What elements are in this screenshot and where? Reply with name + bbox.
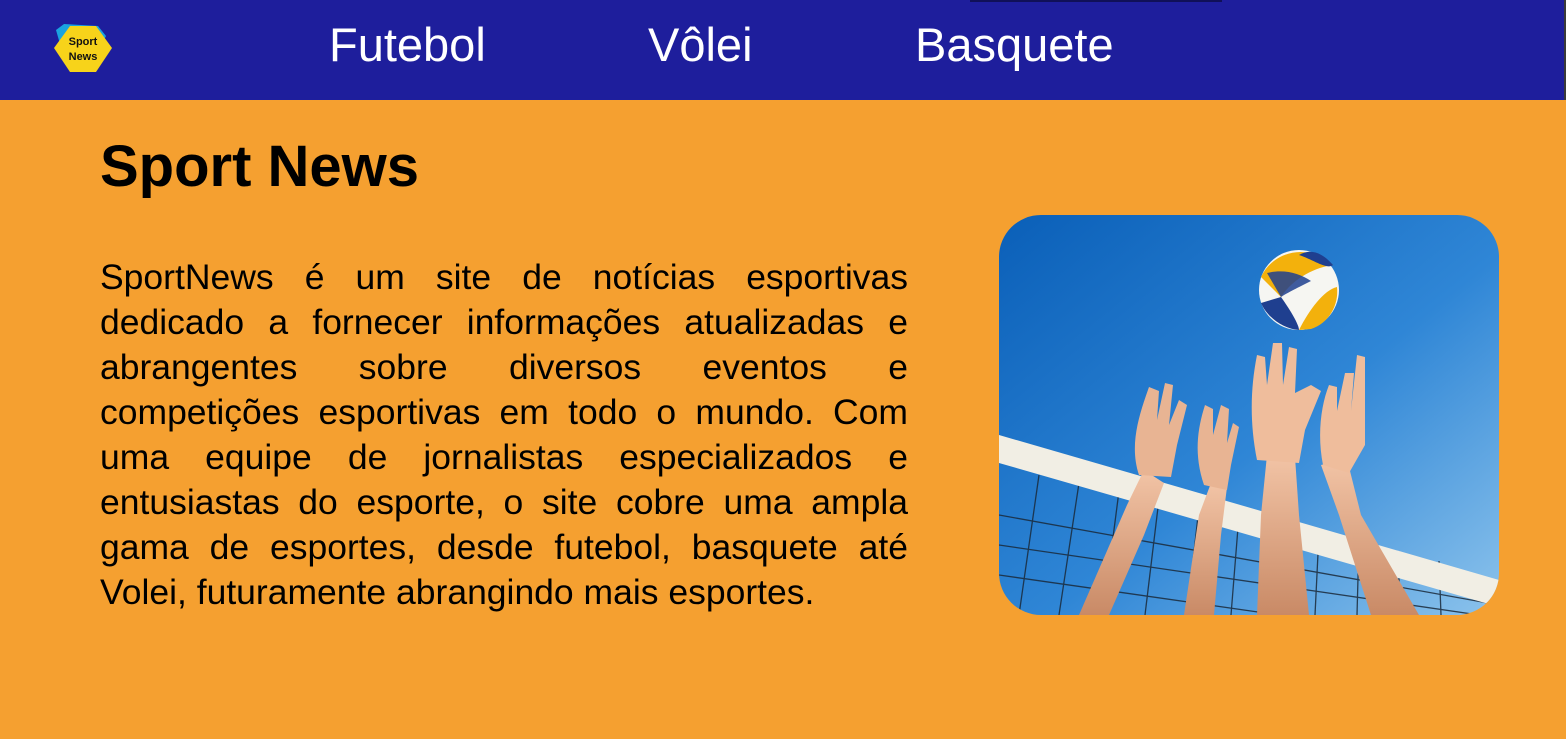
nav-link-futebol[interactable]: Futebol [329,18,486,72]
sport-news-logo-icon[interactable]: Sport News [52,22,114,74]
nav-shadow-divider [970,0,1222,2]
navbar: Sport News Futebol Vôlei Basquete [0,0,1566,100]
svg-text:News: News [69,51,98,63]
nav-link-basquete[interactable]: Basquete [915,18,1114,72]
page-title: Sport News [100,134,420,199]
site-description: SportNews é um site de notícias esportiv… [100,257,908,612]
volleyball-photo-icon [999,215,1499,615]
svg-text:Sport: Sport [69,36,98,48]
nav-link-volei[interactable]: Vôlei [648,18,753,72]
